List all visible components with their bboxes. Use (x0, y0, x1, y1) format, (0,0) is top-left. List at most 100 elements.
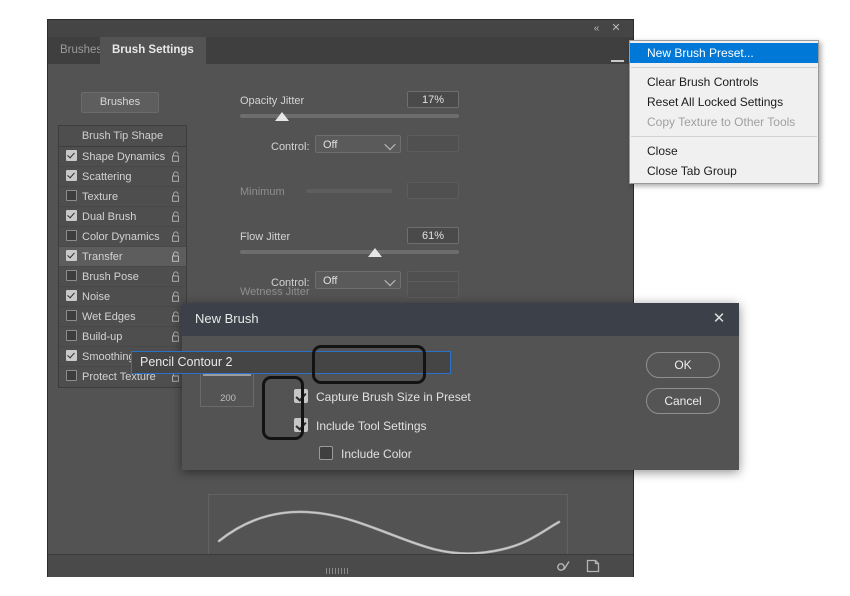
checkbox-color-dynamics[interactable] (66, 230, 77, 241)
checkbox-transfer[interactable] (66, 250, 77, 261)
option-row-texture[interactable]: Texture (59, 187, 186, 207)
checkbox-capture-brush-size[interactable] (294, 389, 308, 403)
option-label: Color Dynamics (82, 231, 160, 243)
checkbox-wet-edges[interactable] (66, 310, 77, 321)
panel-window-bar: « ✕ (48, 20, 633, 37)
lock-open-icon[interactable] (172, 151, 180, 162)
chevron-down-icon (384, 138, 396, 151)
option-row-shape-dynamics[interactable]: Shape Dynamics (59, 147, 186, 167)
new-brush-icon[interactable] (586, 559, 600, 573)
collapse-icon[interactable]: « (589, 22, 603, 35)
include-color-row[interactable]: Include Color (319, 446, 412, 461)
option-row-color-dynamics[interactable]: Color Dynamics (59, 227, 186, 247)
opacity-jitter-slider[interactable] (240, 114, 459, 118)
lock-open-icon[interactable] (172, 231, 180, 242)
checkbox-include-tool-settings[interactable] (294, 418, 308, 432)
menu-item-copy-texture-to-other-tools: Copy Texture to Other Tools (647, 115, 796, 129)
lock-open-icon[interactable] (172, 171, 180, 182)
dialog-title-bar: New Brush ✕ (182, 303, 739, 336)
dialog-title: New Brush (195, 311, 259, 326)
flow-jitter-slider[interactable] (240, 250, 459, 254)
checkbox-noise[interactable] (66, 290, 77, 301)
capture-brush-size-row[interactable]: Capture Brush Size in Preset (294, 389, 471, 404)
wetness-jitter-value[interactable] (407, 281, 459, 298)
menu-item-close[interactable]: Close (630, 141, 818, 161)
flow-jitter-thumb[interactable] (368, 248, 382, 257)
option-label: Texture (82, 191, 119, 203)
checkbox-dual-brush[interactable] (66, 210, 77, 221)
brush-size-label: 200 (220, 393, 236, 404)
flow-control-value: Off (323, 275, 338, 287)
lock-open-icon[interactable] (172, 271, 180, 282)
panel-resize-grip[interactable] (325, 563, 356, 574)
include-tool-settings-label: Include Tool Settings (316, 419, 427, 433)
brush-tip-shape-header[interactable]: Brush Tip Shape (59, 126, 186, 147)
flow-jitter-label: Flow Jitter (240, 231, 291, 243)
opacity-jitter-value[interactable]: 17% (407, 91, 459, 108)
lock-open-icon[interactable] (172, 251, 180, 262)
lock-open-icon[interactable] (172, 311, 180, 322)
option-row-brush-pose[interactable]: Brush Pose (59, 267, 186, 287)
checkbox-protect-texture[interactable] (66, 370, 77, 381)
option-label: Shape Dynamics (82, 151, 166, 163)
opacity-control-label: Control: (271, 141, 310, 153)
brush-name-input[interactable]: Pencil Contour 2 (131, 351, 451, 374)
lock-open-icon[interactable] (172, 211, 180, 222)
lock-open-icon[interactable] (172, 191, 180, 202)
panel-context-menu: New Brush Preset... Clear Brush Controls… (629, 40, 819, 184)
close-icon[interactable]: ✕ (609, 22, 623, 35)
option-label: Brush Pose (82, 271, 139, 283)
option-row-build-up[interactable]: Build-up (59, 327, 186, 347)
menu-item-new-brush-preset[interactable]: New Brush Preset... (630, 43, 818, 63)
toggle-brush-icon[interactable] (556, 559, 572, 573)
opacity-minimum-slider[interactable] (306, 189, 392, 193)
checkbox-include-color[interactable] (319, 446, 333, 460)
panel-bottom-bar (48, 554, 633, 577)
option-label: Dual Brush (82, 211, 137, 223)
option-row-wet-edges[interactable]: Wet Edges (59, 307, 186, 327)
opacity-minimum-label: Minimum (240, 186, 285, 198)
checkbox-smoothing[interactable] (66, 350, 77, 361)
checkbox-build-up[interactable] (66, 330, 77, 341)
menu-item-close-tab-group[interactable]: Close Tab Group (630, 161, 818, 181)
menu-separator (631, 67, 817, 68)
brushes-button[interactable]: Brushes (81, 92, 159, 113)
option-label: Smoothing (82, 351, 135, 363)
checkbox-brush-pose[interactable] (66, 270, 77, 281)
opacity-minimum-value[interactable] (407, 182, 459, 199)
opacity-control-extra[interactable] (407, 135, 459, 152)
opacity-control-select[interactable]: Off (315, 135, 401, 153)
menu-item-clear-brush-controls[interactable]: Clear Brush Controls (630, 72, 818, 92)
lock-open-icon[interactable] (172, 291, 180, 302)
option-row-noise[interactable]: Noise (59, 287, 186, 307)
checkbox-texture[interactable] (66, 190, 77, 201)
chevron-down-icon (384, 274, 396, 287)
opacity-control-value: Off (323, 139, 338, 151)
option-label: Scattering (82, 171, 132, 183)
brush-settings-panel: « ✕ Brushes Brush Settings Brushes Brush… (48, 20, 652, 577)
tab-strip: Brushes Brush Settings (48, 37, 633, 71)
lock-open-icon[interactable] (172, 331, 180, 342)
include-tool-settings-row[interactable]: Include Tool Settings (294, 418, 427, 433)
opacity-jitter-label: Opacity Jitter (240, 95, 305, 107)
menu-item-reset-all-locked-settings[interactable]: Reset All Locked Settings (630, 92, 818, 112)
option-row-transfer[interactable]: Transfer (59, 247, 186, 267)
new-brush-dialog: New Brush ✕ 200 Name: Capture Brush Size… (182, 303, 739, 470)
cancel-button[interactable]: Cancel (646, 388, 720, 414)
ok-button[interactable]: OK (646, 352, 720, 378)
capture-brush-size-label: Capture Brush Size in Preset (316, 390, 471, 404)
dialog-close-icon[interactable]: ✕ (709, 309, 729, 329)
flow-control-select[interactable]: Off (315, 271, 401, 289)
option-label: Build-up (82, 331, 123, 343)
menu-separator (631, 136, 817, 137)
option-label: Transfer (82, 251, 123, 263)
tab-brush-settings[interactable]: Brush Settings (100, 37, 206, 64)
option-row-dual-brush[interactable]: Dual Brush (59, 207, 186, 227)
flow-jitter-value[interactable]: 61% (407, 227, 459, 244)
wetness-jitter-label: Wetness Jitter (240, 286, 310, 298)
option-row-scattering[interactable]: Scattering (59, 167, 186, 187)
brush-options-list: Brush Tip Shape Shape Dynamics Scatterin… (58, 125, 187, 388)
opacity-jitter-thumb[interactable] (275, 112, 289, 121)
checkbox-scattering[interactable] (66, 170, 77, 181)
checkbox-shape-dynamics[interactable] (66, 150, 77, 161)
